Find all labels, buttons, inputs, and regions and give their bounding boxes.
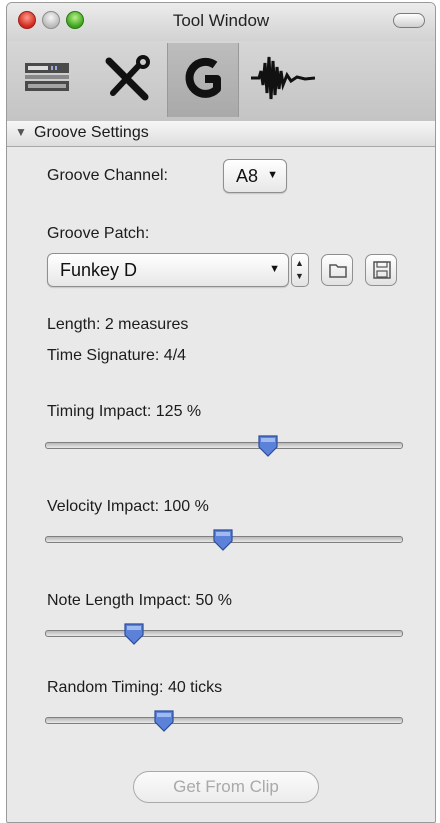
timing-impact-slider-track[interactable] (45, 442, 403, 449)
timing-impact-label: Timing Impact: 125 % (47, 403, 202, 420)
tool-edit[interactable] (91, 43, 163, 117)
tool-audio[interactable] (243, 43, 315, 117)
save-patch-button[interactable] (365, 254, 397, 286)
title-bar[interactable]: Tool Window (7, 3, 435, 41)
groove-patch-label: Groove Patch: (47, 225, 150, 242)
groove-channel-value: A8 (236, 166, 259, 186)
groove-channel-label: Groove Channel: (47, 167, 168, 184)
chevron-down-icon: ▼ (267, 169, 278, 181)
folder-icon (329, 264, 347, 278)
get-from-clip-button[interactable]: Get From Clip (133, 771, 319, 803)
section-title: Groove Settings (34, 124, 149, 141)
stepper-down-icon[interactable]: ▼ (295, 271, 304, 281)
note-length-impact-slider-thumb[interactable] (124, 623, 144, 645)
disclosure-triangle-icon[interactable]: ▼ (15, 125, 27, 139)
random-timing-label: Random Timing: 40 ticks (47, 679, 223, 696)
time-signature-text: Time Signature: 4/4 (47, 347, 187, 364)
note-length-impact-label: Note Length Impact: 50 % (47, 592, 232, 609)
mixer-icon (25, 63, 69, 91)
random-timing-slider-thumb[interactable] (154, 710, 174, 732)
velocity-impact-label: Velocity Impact: 100 % (47, 498, 209, 515)
tools-icon (105, 55, 150, 101)
timing-impact-slider-thumb[interactable] (257, 435, 278, 457)
groove-patch-value: Funkey D (60, 260, 138, 280)
save-icon (373, 261, 391, 279)
note-length-impact-slider-track[interactable] (45, 630, 403, 637)
groove-patch-popup[interactable]: Funkey D ▼ (47, 253, 289, 287)
window-title: Tool Window (172, 11, 270, 30)
tool-mixer[interactable] (11, 43, 83, 117)
toolbar-toggle-button[interactable] (393, 13, 425, 28)
stepper-up-icon[interactable]: ▲ (295, 258, 304, 268)
groove-patch-stepper[interactable]: ▲ ▼ (291, 253, 309, 287)
velocity-impact-slider-thumb[interactable] (213, 529, 233, 551)
groove-channel-popup[interactable]: A8 ▼ (223, 159, 287, 193)
groove-icon (185, 57, 221, 98)
groove-settings-header[interactable]: ▼ Groove Settings (7, 121, 435, 147)
tool-groove[interactable] (167, 43, 239, 117)
random-timing-slider-track[interactable] (45, 717, 403, 724)
length-text: Length: 2 measures (47, 316, 189, 333)
chevron-down-icon: ▼ (269, 263, 280, 275)
tool-window: Tool Window ▼ Groove Settings Groove Cha… (6, 2, 436, 823)
waveform-icon (251, 56, 315, 100)
open-patch-button[interactable] (321, 254, 353, 286)
toolbar (7, 41, 435, 122)
